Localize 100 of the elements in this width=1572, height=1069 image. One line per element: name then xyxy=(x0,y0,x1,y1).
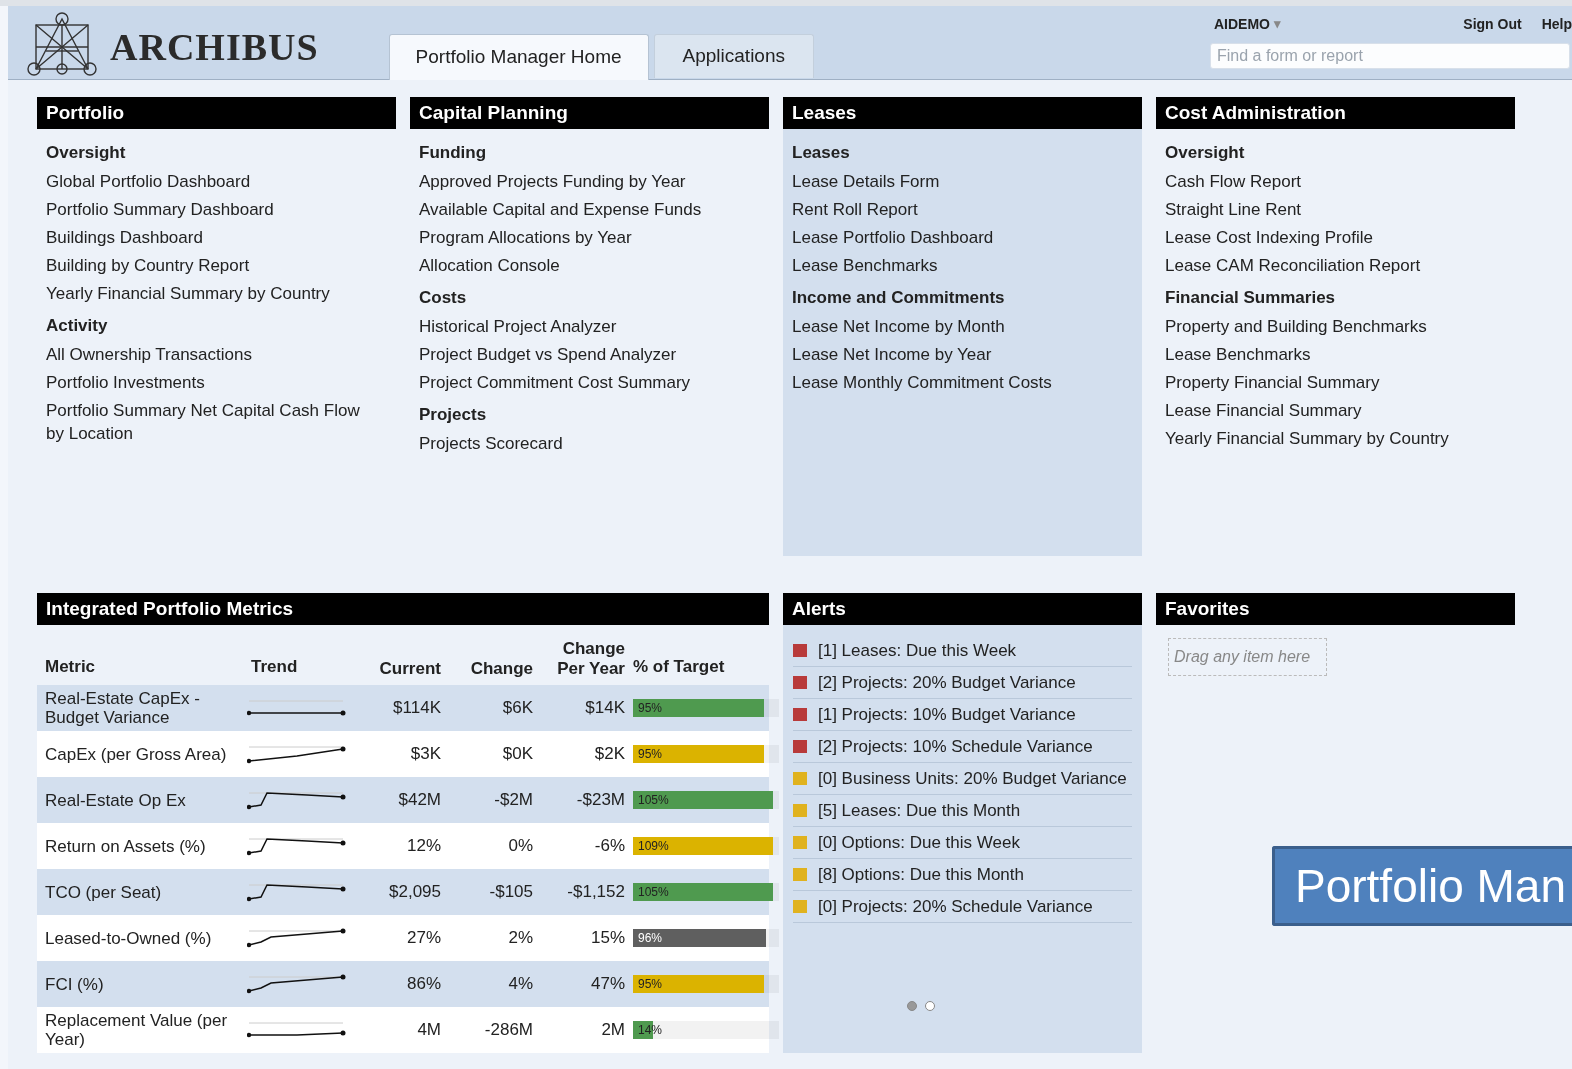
group-heading: Projects xyxy=(419,404,488,426)
panel-title: Cost Administration xyxy=(1156,97,1515,129)
group-heading: Funding xyxy=(419,142,488,164)
group-heading: Oversight xyxy=(46,142,127,164)
alert-link[interactable]: [1] Projects: 10% Budget Variance xyxy=(818,705,1076,725)
table-cell-text: $0K xyxy=(501,743,533,766)
table-cell-text: $42M xyxy=(397,789,441,812)
menu-link[interactable]: Rent Roll Report xyxy=(792,195,1133,223)
header-link[interactable]: Help xyxy=(1541,13,1572,35)
table-cell-text: 2% xyxy=(507,927,533,950)
column-header: Change xyxy=(469,659,533,679)
menu-link[interactable]: Lease Benchmarks xyxy=(1165,340,1506,368)
menu-link[interactable]: Cash Flow Report xyxy=(1165,167,1506,195)
column-header: Trend xyxy=(250,655,299,678)
column-header: Current xyxy=(378,659,441,679)
percent-label: 95% xyxy=(638,700,663,717)
group-heading: Activity xyxy=(46,315,109,337)
table-cell-text: $3K xyxy=(409,743,441,766)
panel-title: Integrated Portfolio Metrics xyxy=(37,593,769,625)
alert-link[interactable]: [0] Options: Due this Week xyxy=(818,833,1020,853)
table-cell-text: Real-Estate CapEx - Budget Variance xyxy=(45,689,201,727)
table-cell-text: -$1,152 xyxy=(566,881,625,904)
search-field[interactable]: Find a form or report xyxy=(1210,43,1570,69)
menu-link[interactable]: Lease Cost Indexing Profile xyxy=(1165,223,1506,251)
header-link[interactable]: Sign Out xyxy=(1463,13,1522,35)
panel-title: Leases xyxy=(783,97,1142,129)
caret-icon: ▾ xyxy=(1274,14,1281,34)
table-cell-text: 86% xyxy=(405,973,441,996)
table-cell-text: 0% xyxy=(507,835,533,858)
user-menu[interactable]: AIDEMO ▾ xyxy=(1214,13,1281,35)
alert-link[interactable]: [5] Leases: Due this Month xyxy=(818,801,1021,821)
table-cell-text: $2,095 xyxy=(388,881,441,904)
table-cell-text: $114K xyxy=(392,697,441,720)
menu-link[interactable]: All Ownership Transactions xyxy=(46,340,387,368)
menu-link[interactable]: Straight Line Rent xyxy=(1165,195,1506,223)
logo-text: ARCHIBUS xyxy=(110,24,319,70)
table-cell-text: 4M xyxy=(416,1019,441,1042)
table-cell-text: Leased-to-Owned (%) xyxy=(45,928,213,948)
alert-link[interactable]: [0] Business Units: 20% Budget Variance xyxy=(818,769,1127,789)
menu-link[interactable]: Project Budget vs Spend Analyzer xyxy=(419,340,760,368)
table-cell-text: -$23M xyxy=(575,789,625,812)
menu-link[interactable]: Property and Building Benchmarks xyxy=(1165,312,1506,340)
menu-link[interactable]: Lease Monthly Commitment Costs xyxy=(792,368,1133,396)
group-heading: Costs xyxy=(419,287,468,309)
table-cell-text: -$105 xyxy=(488,881,533,904)
tab[interactable]: Applications xyxy=(653,34,814,78)
panel-title: Alerts xyxy=(783,593,1142,625)
percent-label: 105% xyxy=(638,884,669,901)
menu-link[interactable]: Lease Benchmarks xyxy=(792,251,1133,279)
alert-link[interactable]: [8] Options: Due this Month xyxy=(818,865,1024,885)
column-header: Change Per Year xyxy=(556,639,625,679)
percent-label: 105% xyxy=(638,792,669,809)
menu-link[interactable]: Lease Net Income by Month xyxy=(792,312,1133,340)
table-cell-text: 47% xyxy=(589,973,625,996)
alert-link[interactable]: [2] Projects: 20% Budget Variance xyxy=(818,673,1076,693)
table-cell-text: 12% xyxy=(405,835,441,858)
menu-link[interactable]: Lease Net Income by Year xyxy=(792,340,1133,368)
menu-link[interactable]: Yearly Financial Summary by Country xyxy=(1165,424,1506,452)
menu-link[interactable]: Lease Financial Summary xyxy=(1165,396,1506,424)
table-cell-text: $6K xyxy=(501,697,533,720)
menu-link[interactable]: Program Allocations by Year xyxy=(419,223,760,251)
menu-link[interactable]: Project Commitment Cost Summary xyxy=(419,368,760,396)
table-cell-text: TCO (per Seat) xyxy=(45,882,163,902)
menu-link[interactable]: Portfolio Summary Dashboard xyxy=(46,195,387,223)
group-heading: Financial Summaries xyxy=(1165,287,1337,309)
menu-link[interactable]: Portfolio Investments xyxy=(46,368,387,396)
menu-link[interactable]: Yearly Financial Summary by Country xyxy=(46,279,387,307)
table-cell-text: -286M xyxy=(483,1019,533,1042)
menu-link[interactable]: Global Portfolio Dashboard xyxy=(46,167,387,195)
group-heading: Income and Commitments xyxy=(792,287,1006,309)
menu-link[interactable]: Projects Scorecard xyxy=(419,429,760,457)
alert-link[interactable]: [0] Projects: 20% Schedule Variance xyxy=(818,897,1093,917)
table-cell-text: -6% xyxy=(593,835,625,858)
menu-link[interactable]: Lease Details Form xyxy=(792,167,1133,195)
panel-title: Capital Planning xyxy=(410,97,769,129)
table-cell-text: FCI (%) xyxy=(45,974,105,994)
tab[interactable]: Portfolio Manager Home xyxy=(388,34,649,80)
panel-title: Portfolio xyxy=(37,97,396,129)
menu-link[interactable]: Allocation Console xyxy=(419,251,760,279)
table-cell-text: Return on Assets (%) xyxy=(45,836,207,856)
percent-label: 95% xyxy=(638,976,663,993)
menu-link[interactable]: Property Financial Summary xyxy=(1165,368,1506,396)
panel-title: Favorites xyxy=(1156,593,1515,625)
table-cell-text: 15% xyxy=(589,927,625,950)
table-cell-text: 27% xyxy=(405,927,441,950)
menu-link[interactable]: Lease CAM Reconciliation Report xyxy=(1165,251,1506,279)
table-cell-text: -$2M xyxy=(493,789,533,812)
menu-link[interactable]: Lease Portfolio Dashboard xyxy=(792,223,1133,251)
table-cell-text: $14K xyxy=(584,697,625,720)
alert-link[interactable]: [2] Projects: 10% Schedule Variance xyxy=(818,737,1093,757)
menu-link[interactable]: Available Capital and Expense Funds xyxy=(419,195,760,223)
menu-link[interactable]: Portfolio Summary Net Capital Cash Flow by Location xyxy=(46,396,387,447)
group-heading: Oversight xyxy=(1165,142,1246,164)
menu-link[interactable]: Buildings Dashboard xyxy=(46,223,387,251)
menu-link[interactable]: Building by Country Report xyxy=(46,251,387,279)
banner: Portfolio Man xyxy=(1272,846,1572,926)
column-header: % of Target xyxy=(632,655,726,678)
alert-link[interactable]: [1] Leases: Due this Week xyxy=(818,641,1017,661)
menu-link[interactable]: Historical Project Analyzer xyxy=(419,312,760,340)
menu-link[interactable]: Approved Projects Funding by Year xyxy=(419,167,760,195)
